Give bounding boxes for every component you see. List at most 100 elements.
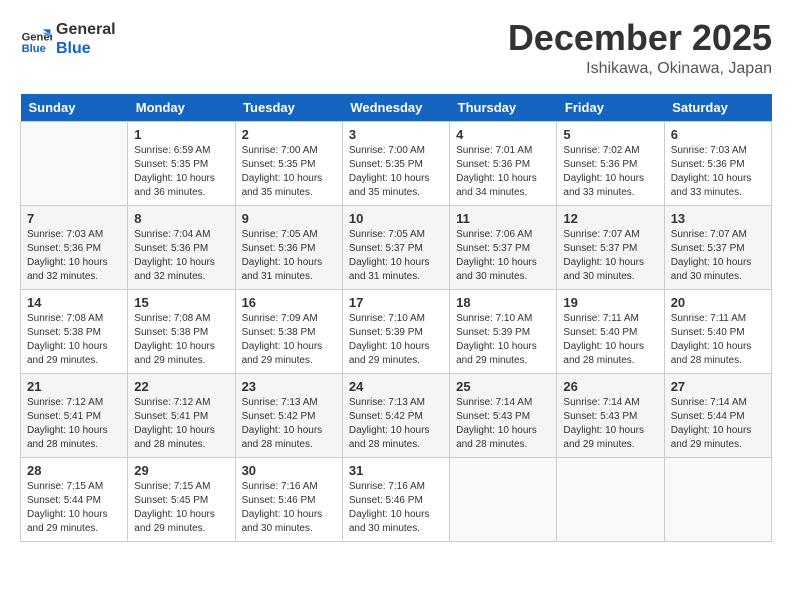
day-info: Sunrise: 7:11 AM Sunset: 5:40 PM Dayligh… [563,312,657,368]
col-header-friday: Friday [557,94,664,122]
day-info: Sunrise: 7:08 AM Sunset: 5:38 PM Dayligh… [134,312,228,368]
day-info: Sunrise: 7:05 AM Sunset: 5:37 PM Dayligh… [349,228,443,284]
col-header-wednesday: Wednesday [342,94,449,122]
day-number: 3 [349,127,443,142]
day-number: 6 [671,127,765,142]
day-info: Sunrise: 7:00 AM Sunset: 5:35 PM Dayligh… [242,144,336,200]
calendar-cell: 19 Sunrise: 7:11 AM Sunset: 5:40 PM Dayli… [557,290,664,374]
calendar-week-4: 21 Sunrise: 7:12 AM Sunset: 5:41 PM Dayli… [21,374,772,458]
day-number: 26 [563,379,657,394]
calendar-table: SundayMondayTuesdayWednesdayThursdayFrid… [20,94,772,542]
calendar-cell: 27Sunrise: 7:14 AM Sunset: 5:44 PM Dayli… [664,374,771,458]
day-number: 5 [563,127,657,142]
day-info: Sunrise: 7:13 AM Sunset: 5:42 PM Dayligh… [349,396,443,452]
calendar-cell: 18 Sunrise: 7:10 AM Sunset: 5:39 PM Dayli… [450,290,557,374]
calendar-cell: 14 Sunrise: 7:08 AM Sunset: 5:38 PM Dayli… [21,290,128,374]
calendar-cell: 23 Sunrise: 7:13 AM Sunset: 5:42 PM Dayli… [235,374,342,458]
day-number: 22 [134,379,228,394]
day-info: Sunrise: 7:12 AM Sunset: 5:41 PM Dayligh… [27,396,121,452]
calendar-header-row: SundayMondayTuesdayWednesdayThursdayFrid… [21,94,772,122]
day-number: 23 [242,379,336,394]
day-number: 7 [27,211,121,226]
calendar-cell: 29 Sunrise: 7:15 AM Sunset: 5:45 PM Dayli… [128,458,235,542]
day-number: 8 [134,211,228,226]
calendar-cell: 26 Sunrise: 7:14 AM Sunset: 5:43 PM Dayli… [557,374,664,458]
day-info: Sunrise: 7:00 AM Sunset: 5:35 PM Dayligh… [349,144,443,200]
day-number: 21 [27,379,121,394]
title-section: December 2025 Ishikawa, Okinawa, Japan [508,20,772,78]
calendar-cell: 3 Sunrise: 7:00 AM Sunset: 5:35 PM Daylig… [342,122,449,206]
calendar-cell: 17Sunrise: 7:10 AM Sunset: 5:39 PM Dayli… [342,290,449,374]
month-title: December 2025 [508,20,772,56]
day-info: Sunrise: 7:14 AM Sunset: 5:43 PM Dayligh… [456,396,550,452]
calendar-cell: 20 Sunrise: 7:11 AM Sunset: 5:40 PM Dayli… [664,290,771,374]
day-info: Sunrise: 7:09 AM Sunset: 5:38 PM Dayligh… [242,312,336,368]
day-number: 15 [134,295,228,310]
calendar-cell: 9Sunrise: 7:05 AM Sunset: 5:36 PM Daylig… [235,206,342,290]
day-number: 1 [134,127,228,142]
calendar-cell: 1Sunrise: 6:59 AM Sunset: 5:35 PM Daylig… [128,122,235,206]
day-info: Sunrise: 7:03 AM Sunset: 5:36 PM Dayligh… [27,228,121,284]
day-number: 18 [456,295,550,310]
day-number: 19 [563,295,657,310]
day-info: Sunrise: 7:15 AM Sunset: 5:44 PM Dayligh… [27,480,121,536]
day-info: Sunrise: 7:12 AM Sunset: 5:41 PM Dayligh… [134,396,228,452]
logo-general: General [56,20,116,39]
calendar-cell: 6 Sunrise: 7:03 AM Sunset: 5:36 PM Daylig… [664,122,771,206]
day-info: Sunrise: 7:16 AM Sunset: 5:46 PM Dayligh… [349,480,443,536]
day-number: 13 [671,211,765,226]
day-info: Sunrise: 7:03 AM Sunset: 5:36 PM Dayligh… [671,144,765,200]
col-header-tuesday: Tuesday [235,94,342,122]
calendar-week-2: 7 Sunrise: 7:03 AM Sunset: 5:36 PM Daylig… [21,206,772,290]
day-info: Sunrise: 7:14 AM Sunset: 5:43 PM Dayligh… [563,396,657,452]
calendar-cell: 7 Sunrise: 7:03 AM Sunset: 5:36 PM Daylig… [21,206,128,290]
day-info: Sunrise: 7:13 AM Sunset: 5:42 PM Dayligh… [242,396,336,452]
calendar-cell [557,458,664,542]
day-number: 25 [456,379,550,394]
col-header-saturday: Saturday [664,94,771,122]
calendar-cell: 24 Sunrise: 7:13 AM Sunset: 5:42 PM Dayli… [342,374,449,458]
day-number: 20 [671,295,765,310]
day-info: Sunrise: 7:11 AM Sunset: 5:40 PM Dayligh… [671,312,765,368]
day-info: Sunrise: 7:07 AM Sunset: 5:37 PM Dayligh… [563,228,657,284]
day-number: 31 [349,463,443,478]
day-info: Sunrise: 7:02 AM Sunset: 5:36 PM Dayligh… [563,144,657,200]
day-info: Sunrise: 7:15 AM Sunset: 5:45 PM Dayligh… [134,480,228,536]
calendar-cell: 10Sunrise: 7:05 AM Sunset: 5:37 PM Dayli… [342,206,449,290]
day-info: Sunrise: 7:01 AM Sunset: 5:36 PM Dayligh… [456,144,550,200]
svg-text:Blue: Blue [22,43,46,55]
day-number: 11 [456,211,550,226]
day-info: Sunrise: 7:14 AM Sunset: 5:44 PM Dayligh… [671,396,765,452]
day-number: 17 [349,295,443,310]
calendar-cell [21,122,128,206]
logo-blue: Blue [56,39,116,58]
day-info: Sunrise: 7:06 AM Sunset: 5:37 PM Dayligh… [456,228,550,284]
calendar-week-3: 14 Sunrise: 7:08 AM Sunset: 5:38 PM Dayli… [21,290,772,374]
day-info: Sunrise: 7:10 AM Sunset: 5:39 PM Dayligh… [456,312,550,368]
calendar-cell: 2 Sunrise: 7:00 AM Sunset: 5:35 PM Daylig… [235,122,342,206]
day-number: 2 [242,127,336,142]
calendar-cell: 15 Sunrise: 7:08 AM Sunset: 5:38 PM Dayli… [128,290,235,374]
calendar-cell [664,458,771,542]
calendar-cell: 11 Sunrise: 7:06 AM Sunset: 5:37 PM Dayli… [450,206,557,290]
location-title: Ishikawa, Okinawa, Japan [508,60,772,78]
calendar-cell: 13 Sunrise: 7:07 AM Sunset: 5:37 PM Dayli… [664,206,771,290]
day-info: Sunrise: 7:07 AM Sunset: 5:37 PM Dayligh… [671,228,765,284]
day-info: Sunrise: 7:08 AM Sunset: 5:38 PM Dayligh… [27,312,121,368]
day-number: 14 [27,295,121,310]
calendar-cell: 8 Sunrise: 7:04 AM Sunset: 5:36 PM Daylig… [128,206,235,290]
day-number: 24 [349,379,443,394]
calendar-cell: 22 Sunrise: 7:12 AM Sunset: 5:41 PM Dayli… [128,374,235,458]
col-header-thursday: Thursday [450,94,557,122]
logo: General Blue General Blue [20,20,116,58]
day-number: 29 [134,463,228,478]
calendar-cell: 28 Sunrise: 7:15 AM Sunset: 5:44 PM Dayli… [21,458,128,542]
calendar-cell: 25 Sunrise: 7:14 AM Sunset: 5:43 PM Dayli… [450,374,557,458]
logo-icon: General Blue [20,23,52,55]
day-number: 16 [242,295,336,310]
day-info: Sunrise: 7:04 AM Sunset: 5:36 PM Dayligh… [134,228,228,284]
calendar-week-5: 28 Sunrise: 7:15 AM Sunset: 5:44 PM Dayli… [21,458,772,542]
day-number: 9 [242,211,336,226]
calendar-cell [450,458,557,542]
day-number: 28 [27,463,121,478]
